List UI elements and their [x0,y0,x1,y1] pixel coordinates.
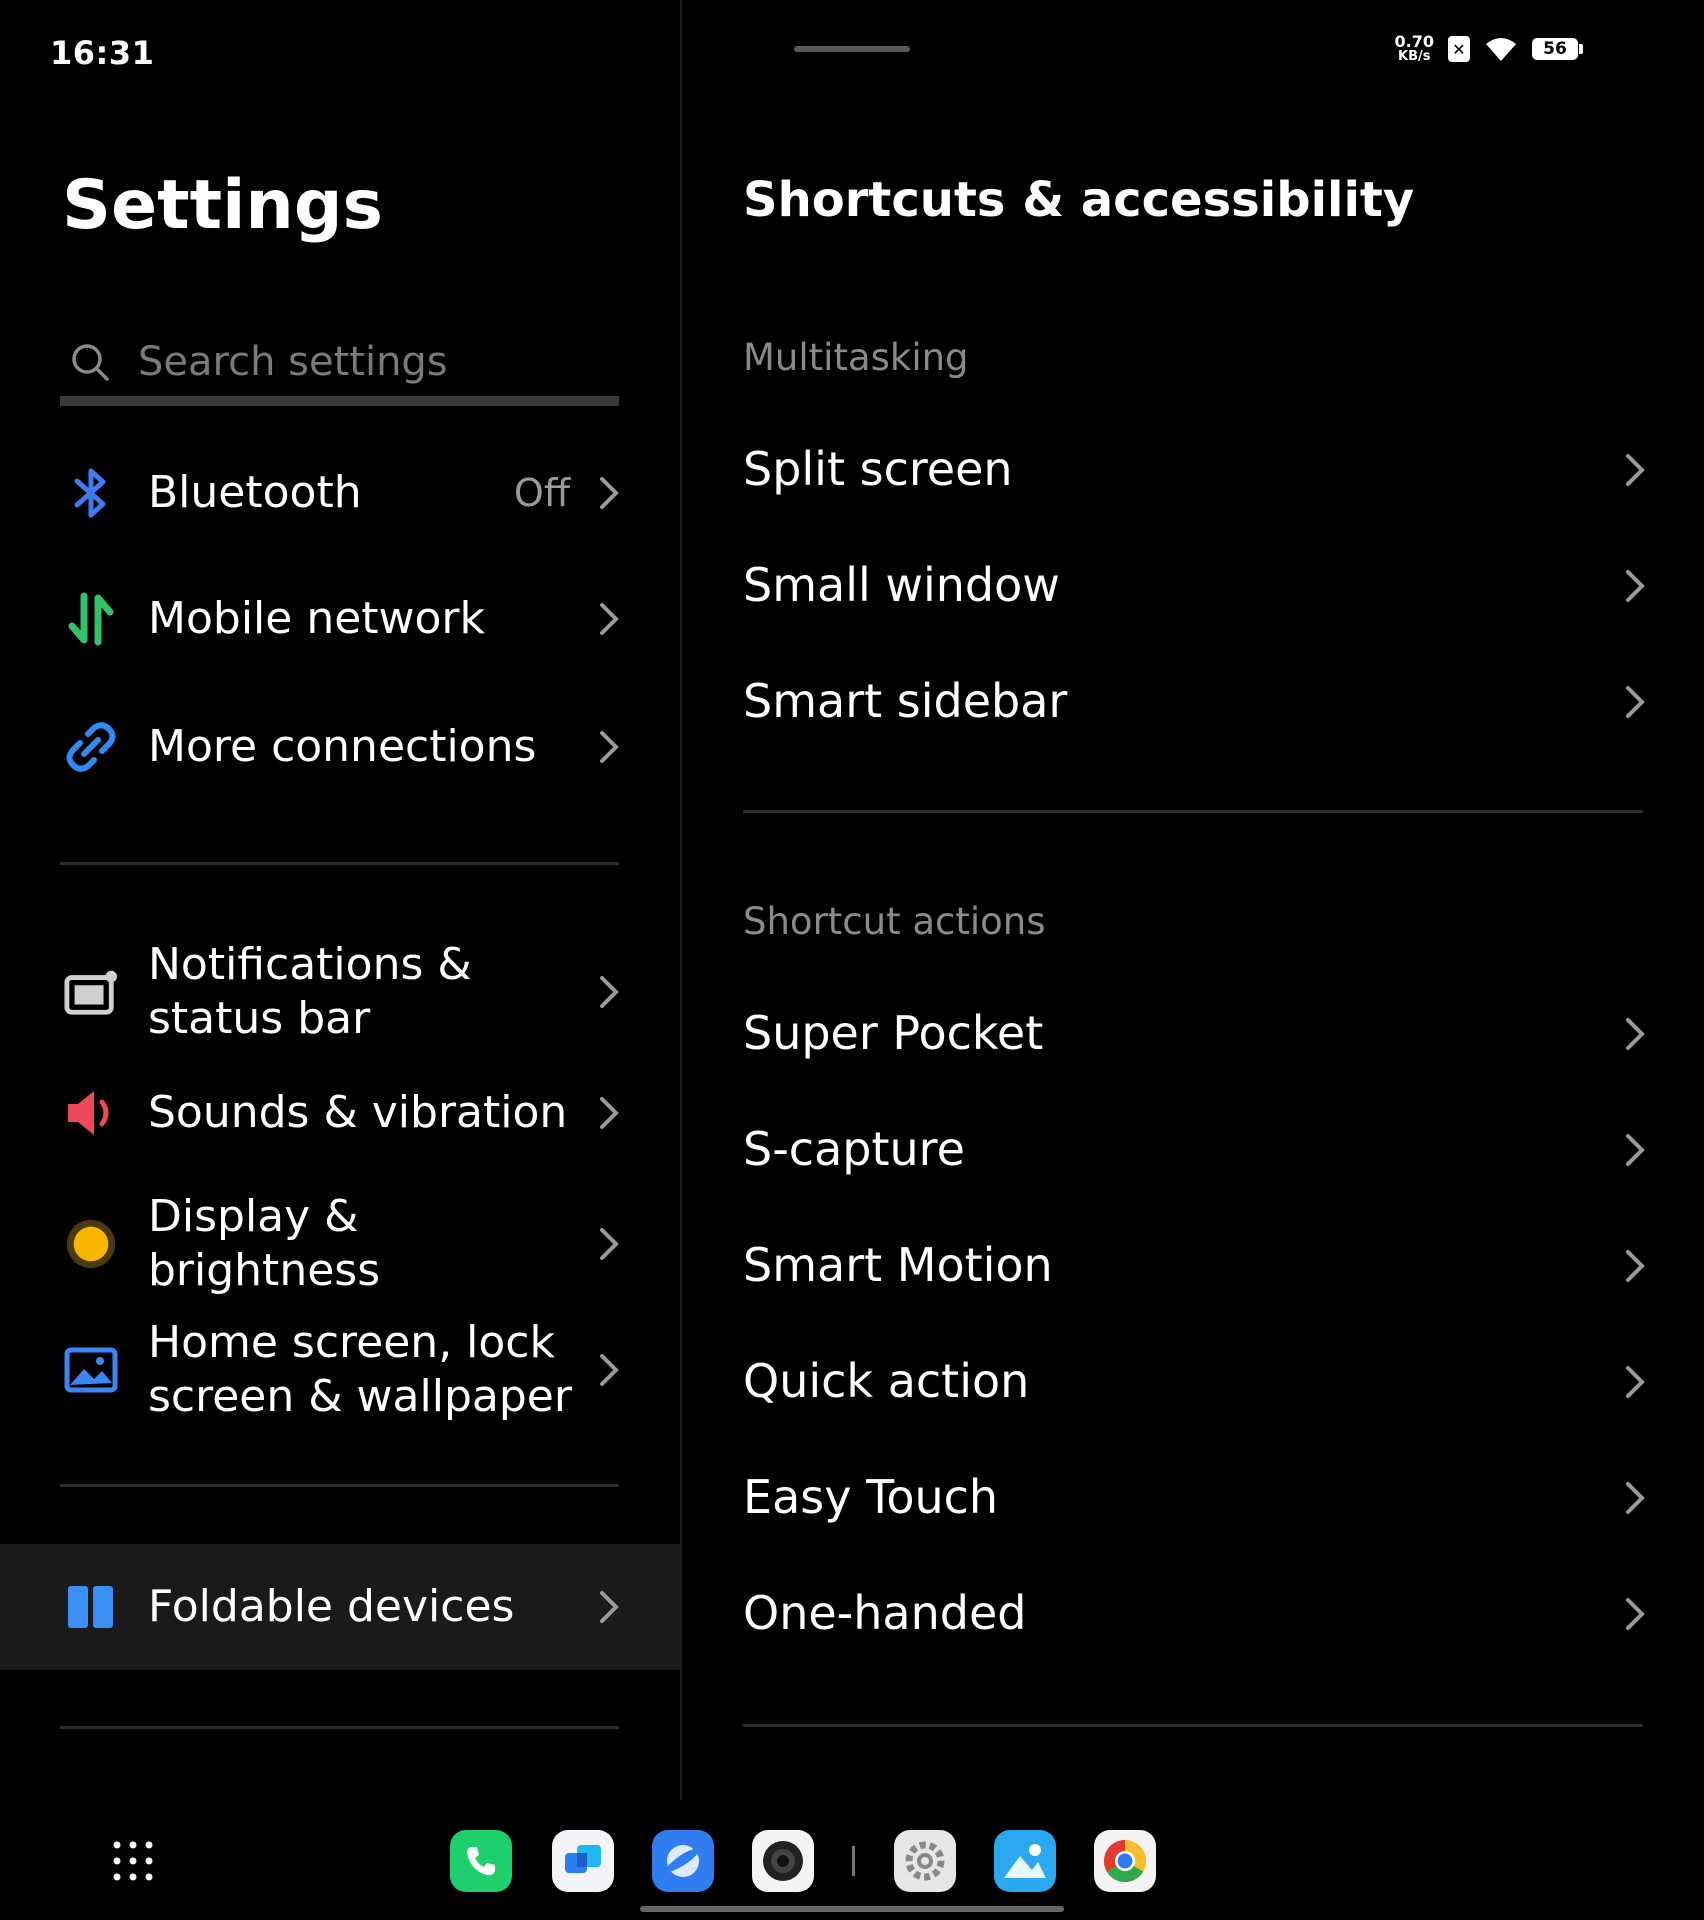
drag-handle[interactable] [794,46,910,52]
speaker-icon [64,1086,118,1140]
item-one-handed[interactable]: One-handed [682,1564,1704,1664]
settings-item-home-screen[interactable]: Home screen, lock screen & wallpaper [0,1316,680,1424]
settings-item-label: Home screen, lock screen & wallpaper [148,1317,572,1422]
chevron-right-icon [600,1097,619,1129]
item-small-window[interactable]: Small window [682,536,1704,636]
search-bar[interactable] [60,328,619,406]
chevron-right-icon [1626,1134,1645,1166]
item-label: S-capture [743,1122,965,1176]
section-header-shortcut-actions: Shortcut actions [743,900,1046,943]
chevron-right-icon [1626,454,1645,486]
network-speed: 0.70 KB/s [1394,32,1434,65]
detail-title: Shortcuts & accessibility [743,172,1415,228]
item-quick-action[interactable]: Quick action [682,1332,1704,1432]
settings-item-more-connections[interactable]: More connections [0,720,680,774]
home-indicator[interactable] [640,1906,1064,1912]
settings-item-label: More connections [148,721,537,772]
notification-icon [64,965,118,1019]
chrome-app-icon[interactable] [1094,1830,1156,1892]
browser-app-icon[interactable] [652,1830,714,1892]
network-speed-unit: KB/s [1398,49,1431,64]
gallery-app-icon[interactable] [994,1830,1056,1892]
settings-item-label: Foldable devices [148,1581,515,1632]
item-label: Split screen [743,442,1013,496]
dock [0,1800,1704,1920]
chevron-right-icon [600,1228,619,1260]
settings-app-icon[interactable] [894,1830,956,1892]
chevron-right-icon [1626,570,1645,602]
wallpaper-icon [64,1343,118,1397]
item-label: Quick action [743,1354,1030,1408]
chevron-right-icon [1626,1482,1645,1514]
section-header-multitasking: Multitasking [743,336,969,379]
status-icons: 0.70 KB/s ✕ 56 [1394,32,1583,65]
item-label: One-handed [743,1586,1027,1640]
chevron-right-icon [600,603,619,635]
battery-level: 56 [1543,39,1567,59]
chevron-right-icon [600,731,619,763]
dock-separator [852,1846,855,1876]
item-label: Easy Touch [743,1470,999,1524]
chevron-right-icon [1626,1598,1645,1630]
search-input[interactable] [138,339,598,385]
wifi-icon [1486,38,1516,61]
settings-list-pane: Settings Bluetooth Off Mobile network Mo… [0,0,680,1800]
settings-item-foldable-devices[interactable]: Foldable devices [0,1580,680,1634]
item-label: Smart sidebar [743,674,1068,728]
settings-item-label: Sounds & vibration [148,1087,568,1138]
brightness-icon [64,1217,118,1271]
app-drawer-icon[interactable] [112,1840,154,1882]
chevron-right-icon [1626,1018,1645,1050]
item-easy-touch[interactable]: Easy Touch [682,1448,1704,1548]
item-label: Smart Motion [743,1238,1053,1292]
settings-item-sounds[interactable]: Sounds & vibration [0,1086,680,1140]
foldable-icon [64,1580,118,1634]
chevron-right-icon [600,976,619,1008]
settings-item-bluetooth[interactable]: Bluetooth Off [0,466,680,520]
section-divider [743,810,1643,813]
item-s-capture[interactable]: S-capture [682,1100,1704,1200]
no-sim-icon: ✕ [1448,36,1470,62]
camera-app-icon[interactable] [752,1830,814,1892]
item-smart-motion[interactable]: Smart Motion [682,1216,1704,1316]
settings-item-label: Mobile network [148,593,486,644]
section-divider [60,1484,619,1487]
item-split-screen[interactable]: Split screen [682,420,1704,520]
chevron-right-icon [600,1354,619,1386]
chevron-right-icon [1626,686,1645,718]
settings-item-display[interactable]: Display & brightness [0,1190,680,1298]
section-divider [60,862,619,865]
section-divider [743,1724,1643,1727]
settings-item-notifications[interactable]: Notifications & status bar [0,938,680,1046]
settings-item-label: Display & brightness [148,1191,381,1296]
mobile-network-icon [64,592,118,646]
battery-icon: 56 [1532,38,1583,60]
link-icon [64,720,118,774]
chevron-right-icon [600,477,619,509]
phone-app-icon[interactable] [450,1830,512,1892]
messages-app-icon[interactable] [552,1830,614,1892]
chevron-right-icon [1626,1366,1645,1398]
bluetooth-status: Off [513,471,570,515]
network-speed-value: 0.70 [1394,32,1434,51]
item-label: Super Pocket [743,1006,1044,1060]
bluetooth-icon [64,466,118,520]
chevron-right-icon [600,1591,619,1623]
item-smart-sidebar[interactable]: Smart sidebar [682,652,1704,752]
section-divider [60,1726,619,1729]
settings-item-label: Bluetooth [148,467,362,518]
chevron-right-icon [1626,1250,1645,1282]
item-super-pocket[interactable]: Super Pocket [682,984,1704,1084]
settings-item-label: Notifications & status bar [148,939,472,1044]
item-label: Small window [743,558,1060,612]
settings-item-mobile-network[interactable]: Mobile network [0,592,680,646]
page-title: Settings [62,166,383,245]
search-icon [72,344,109,381]
